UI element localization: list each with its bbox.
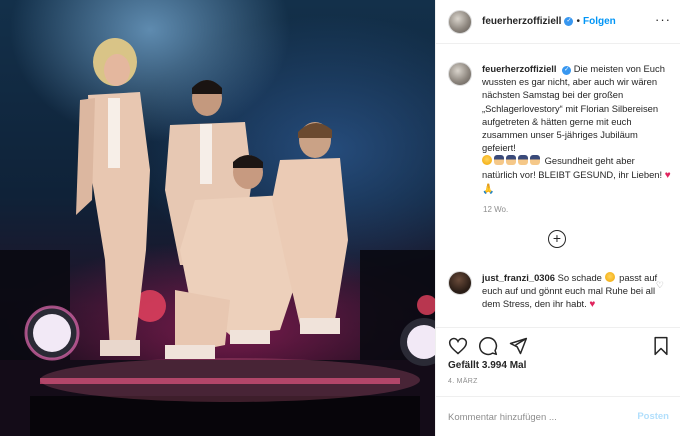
post-actions-bar [436,327,680,361]
post-photo[interactable] [0,0,435,436]
heart-icon[interactable] [448,336,468,356]
police-officer-emoji [494,155,504,166]
bookmark-icon[interactable] [651,336,671,356]
sad-face-emoji [482,155,492,166]
likes-count[interactable]: Gefällt 3.994 Mal [448,360,526,371]
caption-text-part1: Die meisten von Euch wussten es gar nich… [482,63,665,154]
share-icon[interactable] [508,336,528,356]
post-date: 4. MÄRZ [448,378,478,385]
praying-hands-emoji: 🙏 [482,183,495,195]
add-comment-bar: Posten [436,396,680,436]
police-officer-emoji [506,155,516,166]
caption-avatar[interactable] [448,62,472,86]
verified-badge-icon: ✓ [564,17,574,26]
comment-input[interactable] [448,408,628,426]
sad-face-emoji [604,272,615,282]
post-caption: feuerherzoffiziell ✓ Die meisten von Euc… [448,62,673,196]
follow-button[interactable]: Folgen [583,16,616,27]
comment-text: So schade [557,272,602,283]
header-separator: • [576,16,580,27]
post-comment-button[interactable]: Posten [637,411,669,422]
comment-icon[interactable] [478,336,498,356]
comment-item: just_franzi_0306 So schade passt auf euc… [448,271,676,312]
caption-emojis-1 [482,155,545,166]
author-avatar[interactable] [448,9,472,34]
verified-badge-icon: ✓ [562,66,572,75]
red-heart-emoji: ♥ [589,299,596,311]
post-side-panel: feuerherzoffiziell ✓ • Folgen ··· feuerh… [435,0,680,436]
red-heart-emoji: ♥ [664,169,671,181]
police-officer-emoji [530,155,540,166]
commenter-avatar[interactable] [448,271,472,295]
author-username[interactable]: feuerherzoffiziell [482,16,561,27]
more-options-icon[interactable]: ··· [655,12,671,27]
stage-performance-image [0,38,435,436]
caption-username[interactable]: feuerherzoffiziell [482,63,557,74]
performer-1 [76,38,150,356]
stage-light-left [24,305,80,361]
post-header: feuerherzoffiziell ✓ • Folgen ··· [436,0,680,44]
load-more-comments-icon[interactable]: + [548,230,566,248]
comment-like-icon[interactable]: ♡ [656,280,664,291]
police-officer-emoji [518,155,528,166]
post-time-ago[interactable]: 12 Wo. [483,205,508,214]
commenter-username[interactable]: just_franzi_0306 [482,272,555,283]
